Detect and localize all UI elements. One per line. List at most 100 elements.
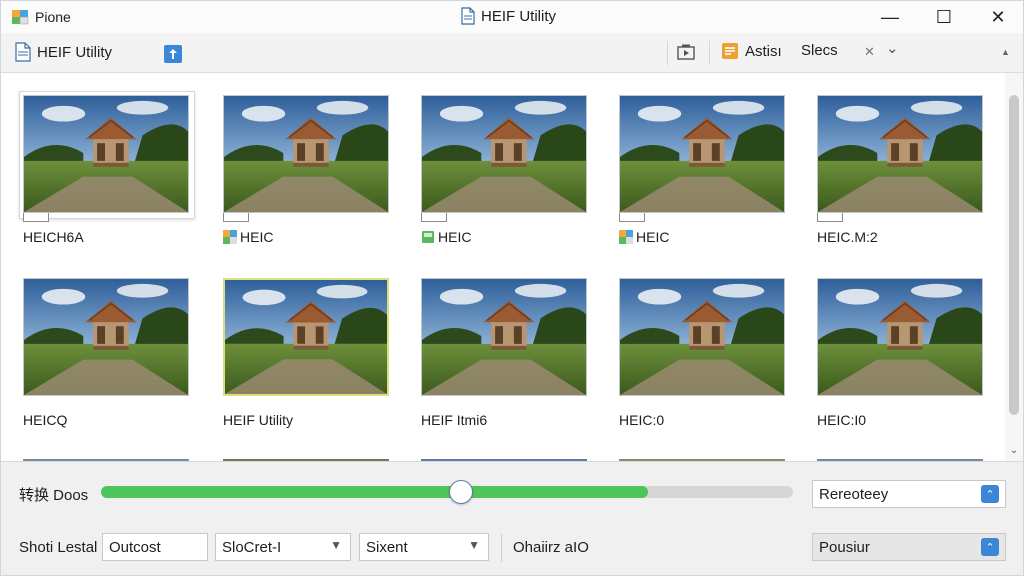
thumbnail-caption-row: HEIF Itmi6 [421,412,487,428]
thumbnail-image [23,278,189,396]
dropdown-button[interactable]: ⌄ [886,39,899,57]
minimize-button[interactable]: — [863,1,917,33]
slideshow-button[interactable] [677,44,695,60]
short-label: Shoti Lestal [19,539,98,556]
thumbnail-image [619,278,785,396]
thumbnail-image [23,95,189,213]
assist-button[interactable]: Astisı [721,42,782,60]
thumbnail-caption: HEIC:I0 [817,412,867,428]
thumbnail-caption-row: HEIC [421,229,471,245]
assist-label: Astisı [745,42,782,60]
toolbar-divider [709,41,710,65]
app-window: Pione HEIF Utility — ☐ ✕ HEIF Utility As… [0,0,1024,576]
assist-icon [722,43,738,59]
close-icon: ✕ [990,6,1006,27]
extent-dropdown[interactable]: Sixent ▼ [359,533,489,561]
thumbnail-caption-row: HEIC [619,229,669,245]
thumbnail-checkbox[interactable] [23,213,49,222]
close-button[interactable]: ✕ [971,1,1024,33]
scroll-down-button[interactable]: ⌄ [1008,445,1020,456]
panel-divider [501,534,502,562]
thumbnail-item[interactable]: HEIC:I0 [817,278,985,428]
app-name: Pione [35,9,71,25]
upload-button[interactable] [164,45,182,63]
caret-up-icon: ▲ [1001,47,1010,57]
thumbnail-checkbox[interactable] [619,213,645,222]
scrollbar-thumb[interactable] [1009,95,1019,415]
thumbnail-checkbox[interactable] [223,213,249,222]
chevron-down-icon: ⌄ [886,40,899,57]
thumbnail-image [619,95,785,213]
thumbnail-caption: HEIF Utility [223,412,293,428]
thumbnail-item[interactable]: HEIC.M:2 [817,95,985,245]
thumbnail-caption-row: HEICH6A [23,229,84,245]
options-label: Ohaiirz aIO [513,539,589,556]
slecs-button[interactable]: Slecs [801,42,838,59]
scroll-up-button[interactable]: ▲ [1001,47,1010,57]
quality-slider[interactable] [101,480,793,504]
app-badge: Pione [11,8,71,26]
clear-button[interactable]: ✕ [864,44,875,60]
x-icon: ✕ [864,44,875,59]
upload-icon [164,45,182,63]
thumbnail-image [223,95,389,213]
thumbnail-item[interactable]: HEICQ [23,278,191,428]
thumbnail-image [421,95,587,213]
preview-value: Pousiur [819,538,870,556]
thumbnail-checkbox[interactable] [421,213,447,222]
slider-knob[interactable] [449,480,473,504]
thumbnail-caption: HEIC.M:2 [817,229,878,245]
thumbnail-image [817,95,983,213]
select-dropdown[interactable]: SloCret-I ▼ [215,533,351,561]
thumbnail-image [223,278,389,396]
spin-icon: ⌃ [981,485,999,503]
toolbar-app-label[interactable]: HEIF Utility [15,42,112,62]
output-value: Outcost [109,538,161,556]
thumbnail-item[interactable]: HEIF Utility [223,278,391,428]
output-field[interactable]: Outcost [102,533,208,561]
toolbar-divider [667,41,668,65]
document-icon [461,7,475,25]
extent-value: Sixent [366,538,408,556]
thumbnail-item[interactable]: HEIC:0 [619,278,787,428]
maximize-icon: ☐ [935,6,953,27]
color-file-icon [223,230,237,244]
slider-fill [101,486,648,498]
thumbnail-item[interactable]: HEIC [421,95,589,245]
slideshow-icon [677,44,695,60]
thumbnail-item[interactable]: HEIC [223,95,391,245]
thumbnail-caption: HEIC:0 [619,412,665,428]
window-title: HEIF Utility [461,7,556,25]
thumbnail-checkbox[interactable] [817,213,843,222]
dropdown-arrow-icon: ▼ [330,538,342,552]
maximize-button[interactable]: ☐ [917,1,971,33]
spin-icon: ⌃ [981,538,999,556]
thumbnail-image [421,278,587,396]
thumbnail-caption-row: HEIF Utility [223,412,293,428]
color-file-icon [619,230,633,244]
bottom-panel: 转换 Doos Rereoteey ⌃ Shoti Lestal Outcost… [1,461,1023,575]
preview-select[interactable]: Pousiur ⌃ [812,533,1006,561]
thumbnail-caption: HEIC [438,229,472,245]
thumbnail-caption: HEIF Itmi6 [421,412,488,428]
thumbnail-caption: HEIC [636,229,670,245]
thumbnail-caption-row: HEIC.M:2 [817,229,878,245]
thumbnail-item[interactable]: HEIF Itmi6 [421,278,589,428]
thumbnail-caption-row: HEICQ [23,412,67,428]
thumbnail-caption-row: HEIC [223,229,273,245]
vertical-scrollbar[interactable]: ⌄ [1005,73,1023,461]
minimize-icon: — [881,6,899,27]
select-value: SloCret-I [222,538,282,556]
document-icon [15,42,31,62]
green-file-icon [422,231,434,243]
convert-label: 转换 Doos [19,487,89,504]
repository-value: Rereoteey [819,485,889,503]
toolbar-app-name: HEIF Utility [37,43,112,61]
thumbnail-caption-row: HEIC:I0 [817,412,866,428]
slecs-label: Slecs [801,42,838,59]
thumbnail-grid: HEICH6A HEIC HEIC HEIC HEIC.M:2 HEICQ HEIF Uti… [1,73,1005,461]
repository-select[interactable]: Rereoteey ⌃ [812,480,1006,508]
window-title-text: HEIF Utility [481,7,556,25]
thumbnail-item[interactable]: HEICH6A [19,91,195,245]
thumbnail-item[interactable]: HEIC [619,95,787,245]
